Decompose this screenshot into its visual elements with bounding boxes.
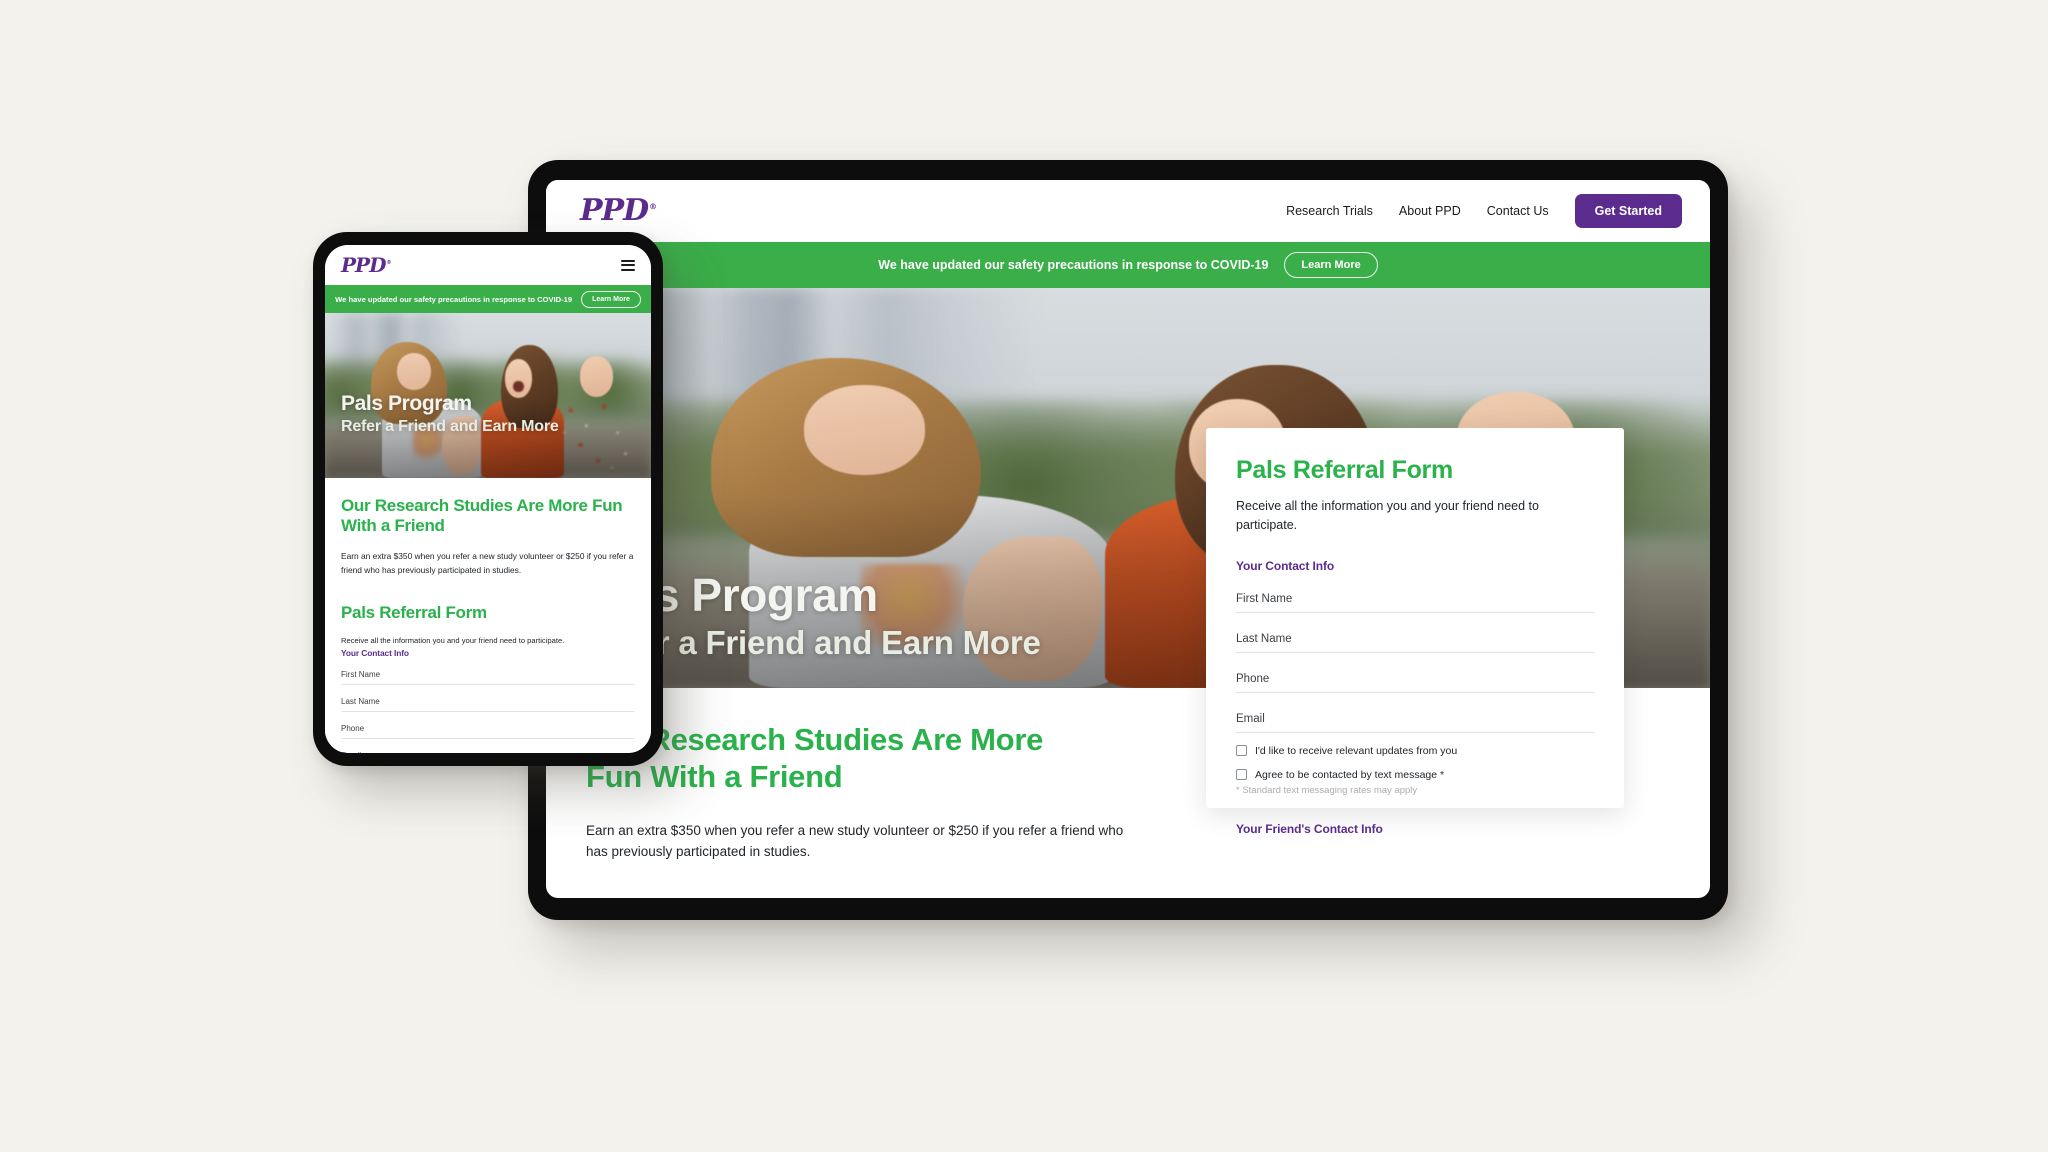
- form-legend-friend-contact-info: Your Friend's Contact Info: [1236, 821, 1383, 836]
- phone-covid-banner: We have updated our safety precautions i…: [325, 285, 651, 313]
- hero-title-phone: Pals Program: [341, 392, 472, 416]
- field-phone-phone[interactable]: Phone: [341, 712, 635, 740]
- form-title: Pals Referral Form: [1236, 456, 1453, 484]
- hamburger-icon[interactable]: [621, 259, 635, 271]
- checkbox-updates[interactable]: [1236, 745, 1247, 756]
- phone-hero: Pals Program Refer a Friend and Earn Mor…: [325, 313, 651, 478]
- form-fine-print: * Standard text messaging rates may appl…: [1236, 784, 1418, 796]
- section-title: Our Research Studies Are More Fun With a…: [586, 722, 1044, 794]
- field-label-phone-phone: Phone: [341, 724, 365, 734]
- form-lede-phone: Receive all the information you and your…: [341, 635, 565, 645]
- nav-link-about-ppd[interactable]: About PPD: [1399, 204, 1461, 218]
- covid-learn-more-button[interactable]: Learn More: [1284, 252, 1378, 278]
- field-first-name-phone[interactable]: First Name: [341, 658, 635, 686]
- form-legend-your-contact-info: Your Contact Info: [1236, 558, 1335, 573]
- covid-learn-more-button-phone[interactable]: Learn More: [581, 290, 641, 308]
- field-label-email: Email: [1236, 712, 1265, 725]
- form-legend-your-contact-info-phone: Your Contact Info: [341, 648, 409, 659]
- section-paragraph-phone: Earn an extra $350 when you refer a new …: [341, 551, 634, 575]
- tablet-referral-form-card: Pals Referral Form Receive all the infor…: [1206, 428, 1624, 836]
- phone-device: PPD We have updated our safety precautio…: [313, 232, 663, 766]
- field-label-first-name-phone: First Name: [341, 670, 381, 680]
- field-first-name[interactable]: First Name: [1236, 573, 1594, 613]
- section-paragraph: Earn an extra $350 when you refer a new …: [586, 823, 1124, 860]
- checkbox-label-text-message: Agree to be contacted by text message *: [1255, 768, 1445, 781]
- ppd-logo-phone[interactable]: PPD: [341, 255, 391, 275]
- mockup-stage: PPD Research Trials About PPD Contact Us…: [0, 0, 2048, 1152]
- field-phone[interactable]: Phone: [1236, 653, 1594, 693]
- section-title-phone: Our Research Studies Are More Fun With a…: [341, 496, 623, 536]
- field-email[interactable]: Email: [1236, 693, 1594, 733]
- tablet-device: PPD Research Trials About PPD Contact Us…: [528, 160, 1728, 920]
- checkbox-row-text-message[interactable]: Agree to be contacted by text message *: [1236, 769, 1594, 781]
- phone-screen: PPD We have updated our safety precautio…: [325, 245, 651, 753]
- checkbox-row-updates[interactable]: I'd like to receive relevant updates fro…: [1236, 745, 1594, 757]
- tablet-screen: PPD Research Trials About PPD Contact Us…: [546, 180, 1710, 898]
- tablet-covid-banner: We have updated our safety precautions i…: [546, 242, 1710, 288]
- phone-navbar: PPD: [325, 245, 651, 285]
- form-title-phone: Pals Referral Form: [341, 602, 487, 622]
- covid-banner-text: We have updated our safety precautions i…: [878, 258, 1269, 272]
- ppd-logo[interactable]: PPD: [580, 196, 656, 226]
- tablet-navbar: PPD Research Trials About PPD Contact Us…: [546, 180, 1710, 242]
- field-last-name[interactable]: Last Name: [1236, 613, 1594, 653]
- hero-subtitle-phone: Refer a Friend and Earn More: [341, 418, 559, 436]
- phone-body-section: Our Research Studies Are More Fun With a…: [325, 478, 651, 577]
- nav-link-research-trials[interactable]: Research Trials: [1286, 204, 1373, 218]
- covid-banner-text-phone: We have updated our safety precautions i…: [335, 294, 573, 304]
- checkbox-label-updates: I'd like to receive relevant updates fro…: [1255, 744, 1458, 757]
- phone-referral-form: Pals Referral Form Receive all the infor…: [325, 602, 651, 753]
- field-label-email-phone: Email: [341, 751, 361, 753]
- checkbox-text-message[interactable]: [1236, 769, 1247, 780]
- field-label-phone: Phone: [1236, 672, 1270, 685]
- phone-hero-copy: Pals Program Refer a Friend and Earn Mor…: [341, 393, 559, 436]
- tablet-nav-links: Research Trials About PPD Contact Us Get…: [1286, 194, 1682, 228]
- get-started-button[interactable]: Get Started: [1574, 194, 1682, 228]
- field-label-first-name: First Name: [1236, 592, 1293, 605]
- form-lede: Receive all the information you and your…: [1236, 499, 1539, 532]
- nav-link-contact-us[interactable]: Contact Us: [1487, 204, 1549, 218]
- field-last-name-phone[interactable]: Last Name: [341, 685, 635, 713]
- field-label-last-name-phone: Last Name: [341, 697, 380, 707]
- field-label-last-name: Last Name: [1236, 632, 1292, 645]
- field-email-phone[interactable]: Email: [341, 739, 635, 753]
